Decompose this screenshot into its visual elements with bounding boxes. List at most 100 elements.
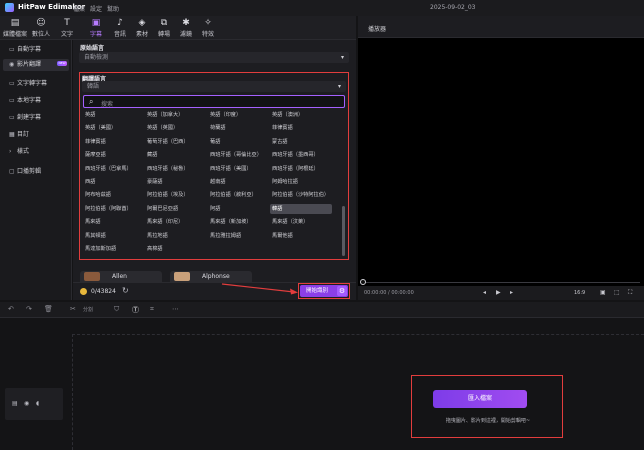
language-option[interactable]: 阿拉伯語（阿聯酋）	[83, 204, 145, 214]
language-option[interactable]: 英語（澳洲）	[270, 110, 332, 120]
tool-asset[interactable]: ◈ 素材	[130, 18, 154, 38]
menu-file[interactable]: 檔案	[73, 4, 85, 13]
more-icon[interactable]: ⋯	[172, 305, 179, 313]
sidebar-item-local-subtitle[interactable]: ▭ 本地字幕	[3, 95, 69, 107]
snapshot-icon[interactable]: ▣	[600, 289, 606, 296]
language-option[interactable]: 西班牙語（巴拿馬）	[83, 164, 145, 174]
prev-frame-icon[interactable]: ◂	[483, 289, 486, 296]
language-option[interactable]: 越南語	[208, 177, 270, 187]
voice-card-allen[interactable]: Allen	[80, 271, 162, 282]
language-option[interactable]: 馬來語	[83, 217, 145, 227]
play-icon[interactable]: ▶	[496, 289, 501, 296]
language-option[interactable]: 西班牙語（秘魯）	[145, 164, 207, 174]
language-option[interactable]: 阿布哈茲語	[83, 190, 145, 200]
language-option[interactable]: 蒙古語	[270, 137, 332, 147]
language-option[interactable]: 西班牙語（哥倫比亞）	[208, 150, 270, 160]
tool-subtitle[interactable]: ▣ 字幕	[84, 18, 108, 38]
tool-avatar[interactable]: ☺ 數位人	[29, 18, 53, 38]
sidebar-item-style[interactable]: › 樣式	[3, 146, 69, 158]
language-list-scrollbar[interactable]	[342, 206, 345, 256]
language-option[interactable]: 馬其頓語	[83, 231, 145, 241]
language-option[interactable]: 葡萄牙語（巴西）	[145, 137, 207, 147]
target-language-select[interactable]: 韓語 ▾	[82, 81, 346, 92]
language-option[interactable]: 阿姆哈拉語	[270, 177, 332, 187]
playhead-handle[interactable]	[360, 279, 366, 285]
menu-settings[interactable]: 設定	[90, 4, 102, 13]
sidebar-item-custom[interactable]: ▦ 目訂	[3, 129, 69, 141]
language-option[interactable]: 豪薩語	[145, 177, 207, 187]
language-option[interactable]: 西語	[83, 177, 145, 187]
source-language-select[interactable]: 自動檢測 ▾	[79, 52, 349, 63]
fit-icon[interactable]: ⬚	[614, 289, 620, 296]
tool-text[interactable]: T 文字	[55, 18, 79, 38]
language-option[interactable]: 西班牙語（墨西哥）	[270, 150, 332, 160]
language-option[interactable]: 馬爾他語	[270, 231, 332, 241]
split-icon[interactable]: ✂	[70, 305, 76, 313]
language-option[interactable]: 阿拉伯語（埃及）	[145, 190, 207, 200]
language-option[interactable]: 菲律賓語	[83, 137, 145, 147]
language-option[interactable]: 英語	[83, 110, 145, 120]
language-option[interactable]: 馬來語（印尼）	[145, 217, 207, 227]
language-option[interactable]: 韓語	[270, 203, 332, 214]
language-option[interactable]: 葡語	[208, 137, 270, 147]
language-option[interactable]: 西班牙語（阿根廷）	[270, 164, 332, 174]
undo-icon[interactable]: ↶	[8, 305, 14, 313]
language-option[interactable]: 阿語	[208, 204, 270, 214]
language-option[interactable]: 阿爾巴尼亞語	[145, 204, 207, 214]
language-option[interactable]: 馬達加斯加語	[83, 244, 145, 254]
language-search-input[interactable]: ⌕ 搜索	[83, 95, 345, 108]
import-file-button[interactable]: 匯入檔案	[433, 390, 527, 408]
next-frame-icon[interactable]: ▸	[510, 289, 513, 296]
tool-audio[interactable]: ♪ 音訊	[108, 18, 132, 38]
language-option[interactable]: 菲律賓語	[270, 123, 332, 133]
track-video-icon[interactable]: ▤	[12, 400, 18, 407]
voice-card-alphonse[interactable]: Alphonse	[170, 271, 252, 282]
sidebar-item-speech-edit[interactable]: ▢ 口播剪輯	[3, 166, 69, 178]
effect-icon: ✧	[204, 18, 212, 28]
tool-effect[interactable]: ✧ 特效	[196, 18, 220, 38]
language-option[interactable]: 馬來語（新加坡）	[208, 217, 270, 227]
project-name: 2025-09-02_03	[430, 4, 476, 11]
preview-scrubber[interactable]	[362, 282, 640, 283]
audio-icon: ♪	[117, 18, 123, 28]
tool-filter[interactable]: ✱ 濾鏡	[174, 18, 198, 38]
text-tool-icon[interactable]: Ⓣ	[132, 305, 139, 315]
crop-icon[interactable]: ⌗	[150, 305, 154, 314]
track-audio-icon[interactable]: ◖	[36, 400, 39, 407]
language-option[interactable]: 英語（美國）	[83, 123, 145, 133]
tool-media[interactable]: ▤ 媒體檔案	[3, 18, 27, 38]
split-label[interactable]: 分割	[83, 306, 93, 313]
language-option[interactable]: 高棉語	[145, 244, 207, 254]
language-option[interactable]: 阿拉伯語（敘利亞）	[208, 190, 270, 200]
refresh-icon[interactable]: ↻	[122, 286, 129, 295]
menu-help[interactable]: 幫助	[107, 4, 119, 13]
language-option[interactable]: 藏語	[145, 150, 207, 160]
sidebar-item-create-subtitle[interactable]: ▭ 創建字幕	[3, 112, 69, 124]
transition-icon: ⧉	[160, 18, 168, 28]
sidebar-item-video-translate[interactable]: ◉ 影片翻譯 NEW	[3, 59, 69, 71]
track-visibility-icon[interactable]: ◉	[24, 400, 29, 407]
language-option[interactable]: 英語（印度）	[208, 110, 270, 120]
app-logo-icon	[5, 3, 14, 12]
language-option[interactable]: 阿拉伯語（沙特阿拉伯）	[270, 190, 332, 200]
redo-icon[interactable]: ↷	[26, 305, 32, 313]
delete-icon[interactable]: 🗑	[44, 305, 53, 313]
language-option[interactable]: 英語（英國）	[145, 123, 207, 133]
shield-icon[interactable]: ⛉	[114, 305, 119, 314]
tool-transition[interactable]: ⧉ 轉場	[152, 18, 176, 38]
language-option[interactable]: 西班牙語（美國）	[208, 164, 270, 174]
language-option[interactable]: 馬拉雅拉姆語	[208, 231, 270, 241]
video-preview[interactable]	[358, 38, 644, 286]
settings-gear-icon[interactable]: ⚙	[337, 286, 347, 296]
start-recognition-button[interactable]: 開始識別 ⚙	[300, 285, 348, 297]
language-option[interactable]: 荷蘭語	[208, 123, 270, 133]
language-option[interactable]: 馬來語（汶萊）	[270, 217, 332, 227]
fullscreen-icon[interactable]: ⛶	[628, 289, 632, 297]
aspect-ratio[interactable]: 16:9	[574, 290, 585, 296]
language-option[interactable]: 薩摩亞語	[83, 150, 145, 160]
sidebar-item-text-to-subtitle[interactable]: ▭ 文字轉字幕	[3, 78, 69, 90]
language-option[interactable]: 英語（加拿大）	[145, 110, 207, 120]
language-option[interactable]: 馬拉地語	[145, 231, 207, 241]
sidebar-item-auto-subtitle[interactable]: ▭ 自動字幕	[3, 44, 69, 56]
import-hint: 拖曳圖片、影片到這裡，開始剪輯吧~	[445, 418, 531, 424]
